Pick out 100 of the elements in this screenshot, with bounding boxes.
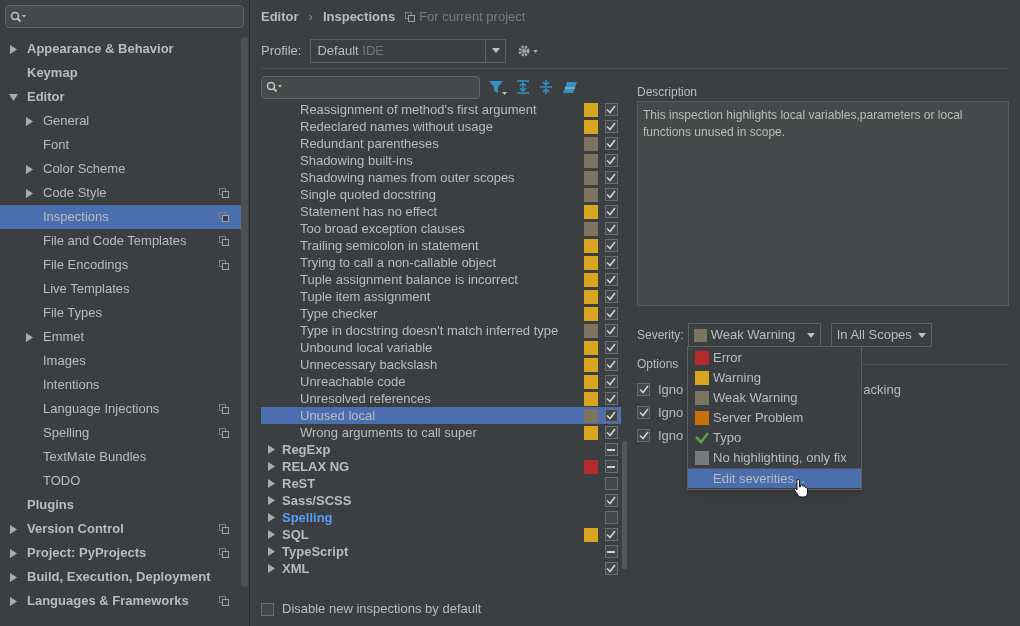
checkbox[interactable] — [604, 103, 618, 116]
menu-item[interactable]: Warning — [688, 368, 861, 388]
checkbox[interactable] — [604, 426, 618, 439]
checkbox[interactable] — [604, 307, 618, 320]
checkbox[interactable] — [604, 409, 618, 422]
scrollbar-thumb[interactable] — [241, 37, 248, 587]
checkbox[interactable] — [604, 222, 618, 235]
sidebar-item[interactable]: Color Scheme — [0, 157, 241, 181]
checkbox[interactable] — [604, 460, 618, 473]
checkbox[interactable] — [604, 120, 618, 133]
collapsed-arrow-icon[interactable] — [9, 548, 18, 558]
checkbox[interactable] — [604, 324, 618, 337]
checkbox[interactable] — [604, 290, 618, 303]
checkbox[interactable] — [604, 205, 618, 218]
inspection-row[interactable]: Wrong arguments to call super — [261, 424, 621, 441]
profile-dropdown[interactable]: Default IDE — [310, 38, 507, 63]
sidebar-item[interactable]: Project: PyProjects — [0, 541, 241, 565]
sidebar-item[interactable]: Live Templates — [0, 277, 241, 301]
sidebar-item[interactable]: Languages & Frameworks — [0, 589, 241, 613]
inspection-row[interactable]: Redundant parentheses — [261, 135, 621, 152]
checkbox[interactable] — [604, 392, 618, 405]
inspection-row[interactable]: XML — [261, 560, 621, 577]
checkbox[interactable] — [604, 171, 618, 184]
sidebar-item[interactable]: Intentions — [0, 373, 241, 397]
search-field[interactable] — [261, 75, 480, 99]
collapsed-arrow-icon[interactable] — [25, 164, 34, 174]
filter-icon[interactable] — [489, 79, 507, 95]
sidebar-item[interactable]: TextMate Bundles — [0, 445, 241, 469]
inspection-row[interactable]: Unreachable code — [261, 373, 621, 390]
checkbox[interactable] — [604, 358, 618, 371]
collapsed-arrow-icon[interactable] — [25, 116, 34, 126]
sidebar-item[interactable]: TODO — [0, 469, 241, 493]
checkbox[interactable] — [604, 528, 618, 541]
checkbox[interactable] — [637, 406, 650, 419]
checkbox[interactable] — [604, 545, 618, 558]
inspection-row[interactable]: Reassignment of method's first argument — [261, 101, 621, 118]
sidebar-item[interactable]: Language Injections — [0, 397, 241, 421]
inspection-row[interactable]: Tuple item assignment — [261, 288, 621, 305]
checkbox[interactable] — [604, 137, 618, 150]
inspection-row[interactable]: Unbound local variable — [261, 339, 621, 356]
inspection-row[interactable]: Unnecessary backslash — [261, 356, 621, 373]
sidebar-item[interactable]: File Encodings — [0, 253, 241, 277]
inspection-row[interactable]: Statement has no effect — [261, 203, 621, 220]
checkbox[interactable] — [261, 602, 274, 616]
collapsed-arrow-icon[interactable] — [25, 332, 34, 342]
checkbox[interactable] — [604, 375, 618, 388]
checkbox[interactable] — [604, 562, 618, 575]
sidebar-item[interactable]: File and Code Templates — [0, 229, 241, 253]
inspection-row[interactable]: TypeScript — [261, 543, 621, 560]
sidebar-item[interactable]: Editor — [0, 85, 241, 109]
collapse-all-icon[interactable] — [539, 80, 553, 94]
sidebar-item[interactable]: Appearance & Behavior — [0, 37, 241, 61]
inspection-row[interactable]: Tuple assignment balance is incorrect — [261, 271, 621, 288]
inspection-row[interactable]: Spelling — [261, 509, 621, 526]
collapsed-arrow-icon[interactable] — [25, 188, 34, 198]
eraser-icon[interactable] — [562, 80, 578, 94]
scrollbar-thumb[interactable] — [622, 441, 627, 569]
sidebar-item[interactable]: Spelling — [0, 421, 241, 445]
menu-item[interactable]: Error — [688, 348, 861, 368]
inspection-row[interactable]: ReST — [261, 475, 621, 492]
inspection-row[interactable]: Trailing semicolon in statement — [261, 237, 621, 254]
checkbox[interactable] — [604, 256, 618, 269]
checkbox[interactable] — [637, 429, 650, 442]
sidebar-item[interactable]: Build, Execution, Deployment — [0, 565, 241, 589]
inspection-row[interactable]: RELAX NG — [261, 458, 621, 475]
sidebar-item[interactable]: General — [0, 109, 241, 133]
checkbox[interactable] — [604, 188, 618, 201]
sidebar-item[interactable]: Emmet — [0, 325, 241, 349]
menu-item[interactable]: Typo — [688, 428, 861, 448]
menu-item[interactable]: Weak Warning — [688, 388, 861, 408]
inspection-row[interactable]: Too broad exception clauses — [261, 220, 621, 237]
inspection-row[interactable]: Single quoted docstring — [261, 186, 621, 203]
checkbox[interactable] — [604, 494, 618, 507]
sidebar-item[interactable]: Code Style — [0, 181, 241, 205]
checkbox[interactable] — [604, 443, 618, 456]
collapsed-arrow-icon[interactable] — [9, 44, 18, 54]
expanded-arrow-icon[interactable] — [9, 92, 18, 102]
inspection-row[interactable]: Unresolved references — [261, 390, 621, 407]
menu-item[interactable]: Server Problem — [688, 408, 861, 428]
inspection-row[interactable]: Shadowing built-ins — [261, 152, 621, 169]
sidebar-item[interactable]: Keymap — [0, 61, 241, 85]
collapsed-arrow-icon[interactable] — [9, 572, 18, 582]
breadcrumb-item[interactable]: Editor — [261, 6, 299, 27]
checkbox[interactable] — [604, 341, 618, 354]
sidebar-item[interactable]: Plugins — [0, 493, 241, 517]
checkbox[interactable] — [604, 154, 618, 167]
menu-item[interactable]: No highlighting, only fix — [688, 448, 861, 468]
expand-all-icon[interactable] — [516, 80, 530, 94]
inspection-row[interactable]: RegExp — [261, 441, 621, 458]
collapsed-arrow-icon[interactable] — [9, 596, 18, 606]
inspection-row[interactable]: Redeclared names without usage — [261, 118, 621, 135]
checkbox[interactable] — [604, 273, 618, 286]
checkbox[interactable] — [637, 383, 650, 396]
sidebar-item[interactable]: Font — [0, 133, 241, 157]
checkbox[interactable] — [604, 239, 618, 252]
inspection-row[interactable]: Sass/SCSS — [261, 492, 621, 509]
sidebar-item[interactable]: File Types — [0, 301, 241, 325]
inspection-row[interactable]: Trying to call a non-callable object — [261, 254, 621, 271]
checkbox[interactable] — [604, 477, 618, 490]
inspection-row[interactable]: SQL — [261, 526, 621, 543]
